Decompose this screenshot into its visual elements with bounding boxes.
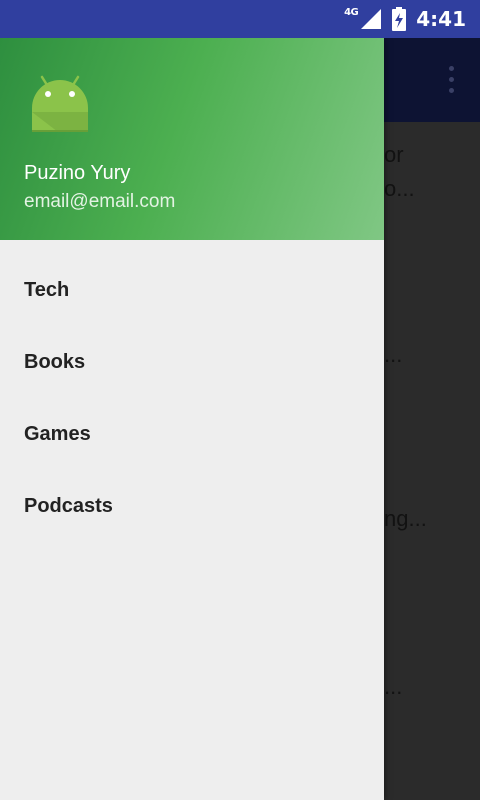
network-type-label: 4G (344, 6, 359, 18)
navigation-drawer: Puzino Yury email@email.com Tech Books G… (0, 38, 384, 800)
peek-text: o... (384, 176, 415, 201)
peek-text: ... (384, 674, 403, 699)
menu-item-books[interactable]: Books (0, 326, 384, 398)
status-icons: 4G 4:41 (344, 0, 466, 38)
menu-item-tech[interactable]: Tech (0, 254, 384, 326)
clock: 4:41 (416, 7, 466, 31)
status-bar: 4G 4:41 (0, 0, 480, 38)
peek-text: or (384, 142, 404, 167)
user-email: email@email.com (24, 191, 176, 212)
signal-icon (361, 9, 382, 29)
peek-text: ng... (384, 506, 427, 531)
peek-text: ... (384, 342, 403, 367)
drawer-menu: Tech Books Games Podcasts (0, 240, 384, 542)
drawer-header: Puzino Yury email@email.com (0, 38, 384, 240)
menu-item-games[interactable]: Games (0, 398, 384, 470)
android-avatar-icon[interactable] (28, 68, 92, 132)
user-name: Puzino Yury (24, 162, 131, 184)
menu-item-podcasts[interactable]: Podcasts (0, 470, 384, 542)
battery-icon (392, 7, 407, 31)
overflow-menu-icon[interactable] (449, 66, 454, 93)
